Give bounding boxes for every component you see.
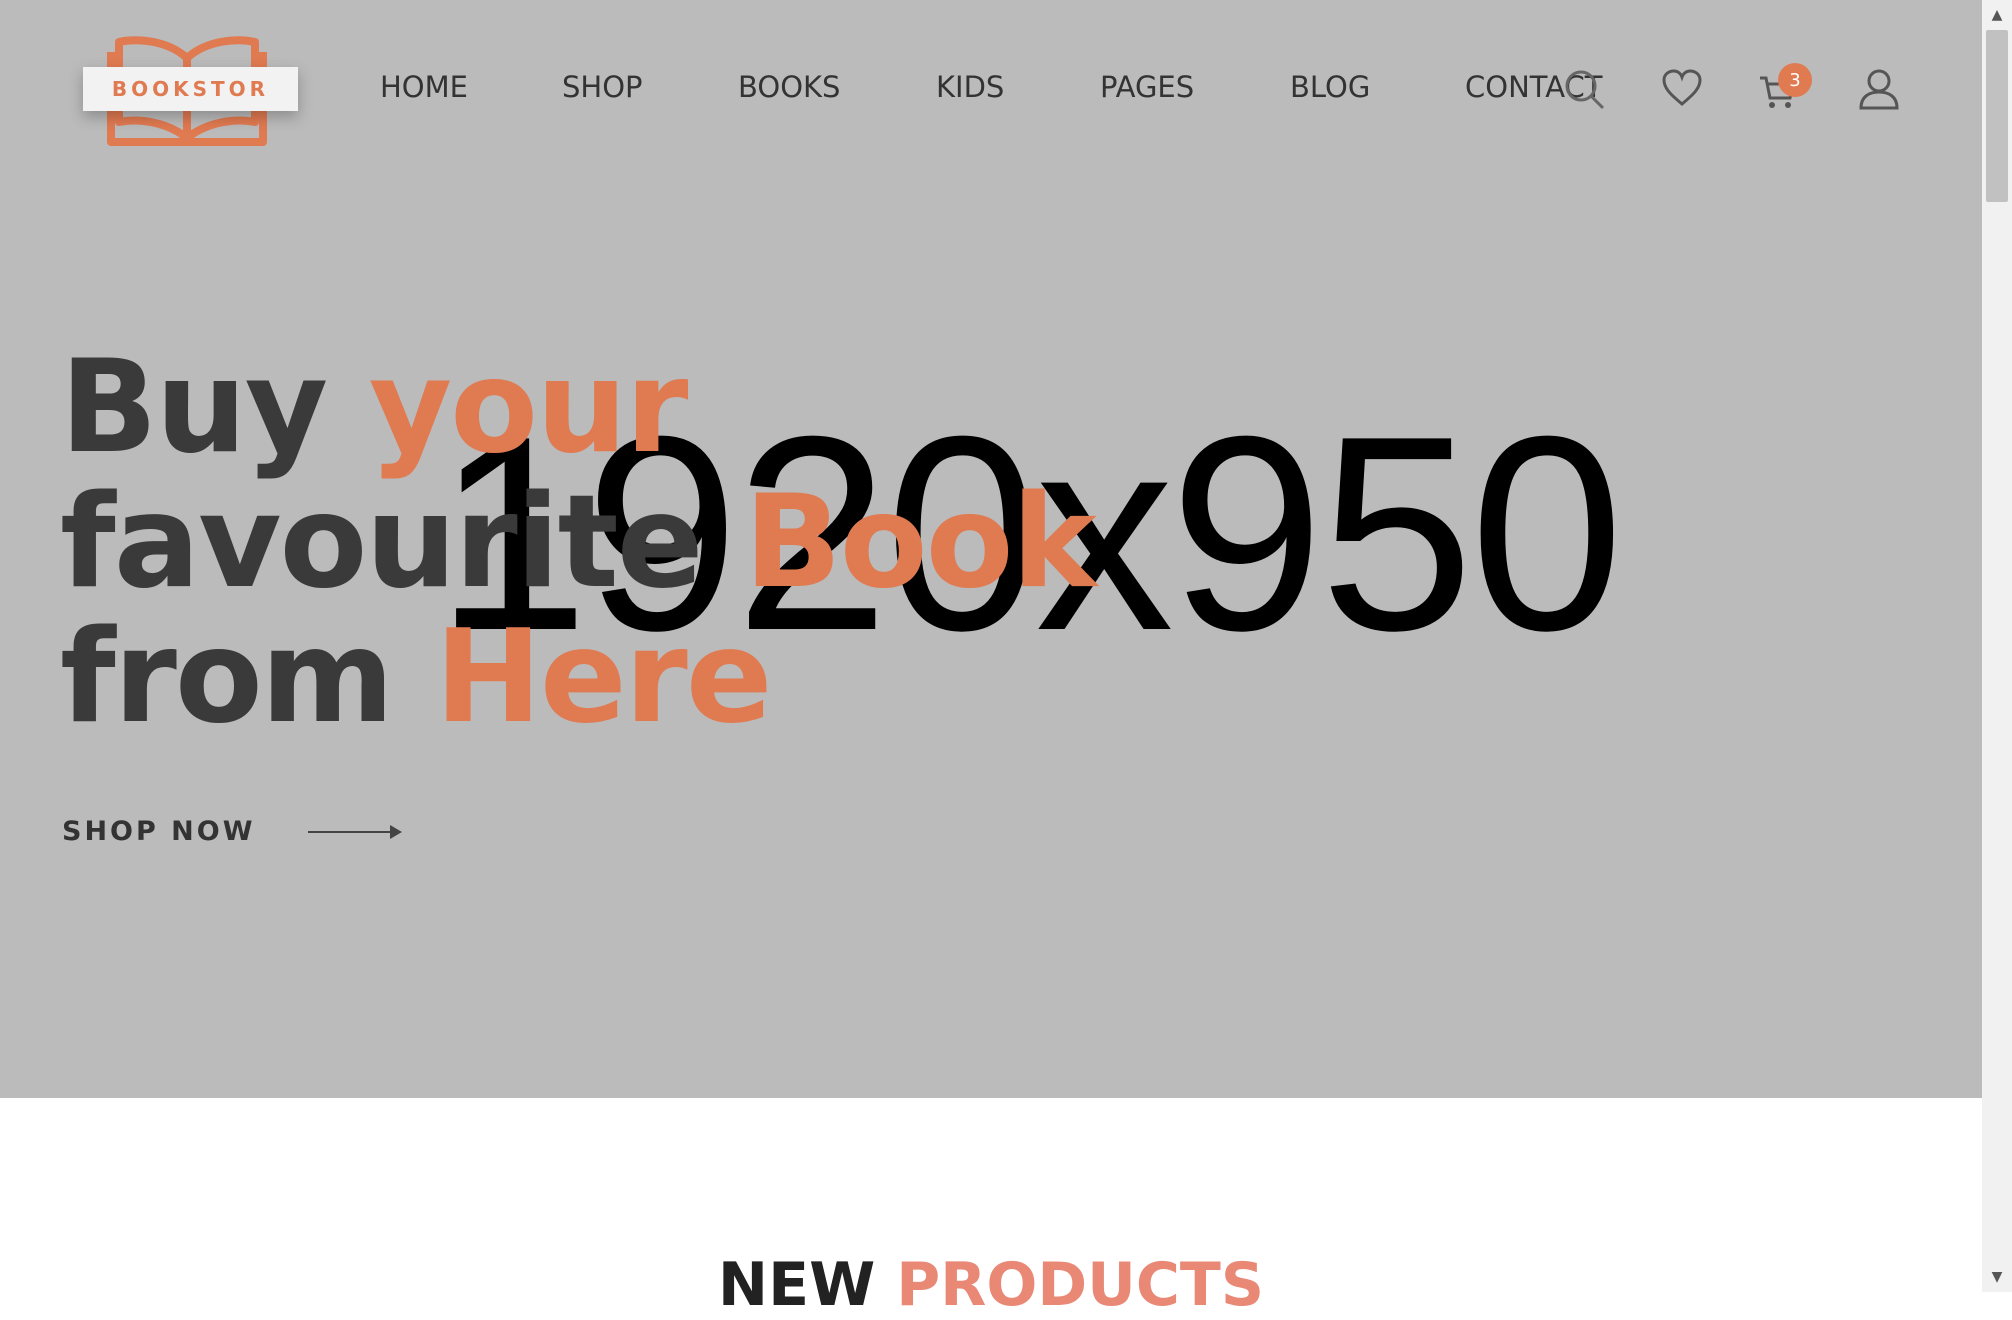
headline-line1-text: Buy bbox=[60, 333, 369, 482]
user-icon[interactable] bbox=[1858, 68, 1900, 114]
new-products-heading: NEW PRODUCTS bbox=[0, 1250, 1982, 1320]
vertical-scrollbar[interactable]: ▲ ▼ bbox=[1982, 0, 2012, 1292]
headline-line2-accent: Book bbox=[744, 468, 1097, 617]
nav-item-pages[interactable]: PAGES bbox=[1100, 70, 1194, 104]
headline-line3-accent: Here bbox=[434, 603, 773, 752]
headline-line2-text: favourite bbox=[60, 468, 745, 617]
nav-item-blog[interactable]: BLOG bbox=[1290, 70, 1370, 104]
nav-item-kids[interactable]: KIDS bbox=[936, 70, 1004, 104]
logo-text: BOOKSTOR bbox=[83, 67, 298, 111]
hero-banner: 1920x950 BOOKSTOR HOME SHOP BOOKS KIDS P… bbox=[0, 0, 1982, 1098]
section-title-text: NEW bbox=[717, 1250, 897, 1320]
site-logo[interactable]: BOOKSTOR bbox=[83, 30, 298, 152]
headline-line3-text: from bbox=[60, 603, 435, 752]
shop-now-label: SHOP NOW bbox=[62, 816, 256, 847]
headline-line1-accent: your bbox=[368, 333, 689, 482]
scroll-down-arrow-icon[interactable]: ▼ bbox=[1982, 1262, 2012, 1292]
shop-now-button[interactable]: SHOP NOW bbox=[62, 816, 406, 847]
search-icon[interactable] bbox=[1563, 68, 1607, 116]
heart-icon[interactable] bbox=[1660, 68, 1704, 112]
hero-headline: Buy your favourite Book from Here bbox=[60, 340, 1097, 745]
nav-item-books[interactable]: BOOKS bbox=[738, 70, 840, 104]
nav-item-shop[interactable]: SHOP bbox=[562, 70, 643, 104]
scroll-up-arrow-icon[interactable]: ▲ bbox=[1982, 0, 2012, 30]
cart-count-badge: 3 bbox=[1778, 63, 1812, 97]
scrollbar-thumb[interactable] bbox=[1986, 30, 2008, 202]
section-title-accent: PRODUCTS bbox=[896, 1250, 1265, 1320]
nav-item-home[interactable]: HOME bbox=[380, 70, 468, 104]
arrow-right-icon bbox=[307, 824, 402, 839]
